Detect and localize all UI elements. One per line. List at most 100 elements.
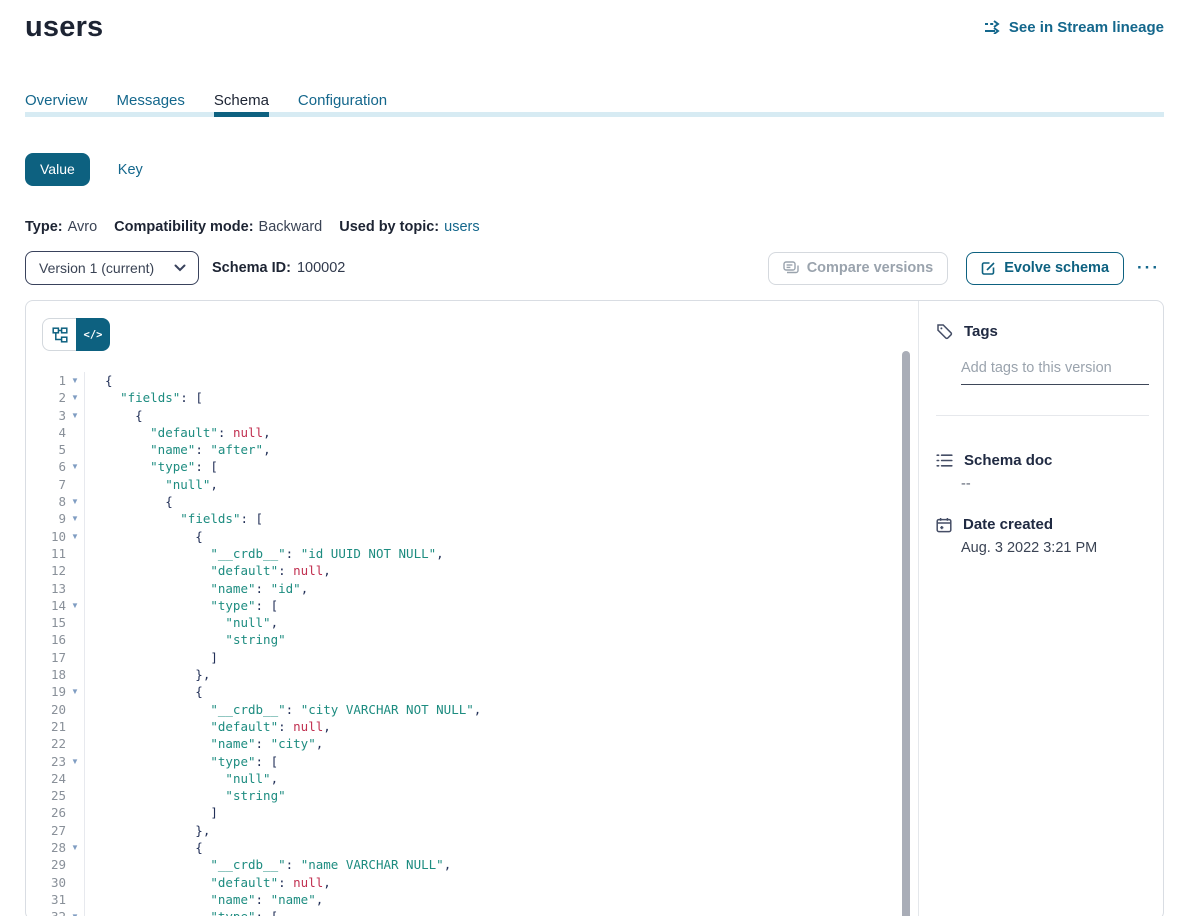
sidebar-divider <box>936 415 1149 416</box>
editor-scrollbar[interactable] <box>902 351 910 916</box>
fold-arrow-icon[interactable]: ▼ <box>66 493 84 510</box>
code-text: "type": [ <box>84 597 918 614</box>
code-text: ] <box>84 649 918 666</box>
value-button[interactable]: Value <box>25 153 90 186</box>
code-text: { <box>84 839 918 856</box>
code-text: "type": [ <box>84 908 918 916</box>
tab-schema[interactable]: Schema <box>214 91 269 111</box>
fold-arrow-icon[interactable]: ▼ <box>66 908 84 916</box>
tab-overview[interactable]: Overview <box>25 91 88 111</box>
fold-gutter <box>66 701 84 718</box>
code-line: 16 "string" <box>26 631 918 648</box>
chevron-down-icon <box>174 264 186 272</box>
line-number: 17 <box>26 649 66 666</box>
code-text: { <box>84 493 918 510</box>
tags-title: Tags <box>964 323 998 340</box>
code-line: 1▼{ <box>26 372 918 389</box>
page-header: users See in Stream lineage <box>25 10 1164 44</box>
tags-section-header: Tags <box>936 323 1149 340</box>
stream-lineage-icon <box>984 20 1002 34</box>
code-text: "default": null, <box>84 718 918 735</box>
code-line: 13 "name": "id", <box>26 580 918 597</box>
line-number: 9 <box>26 510 66 527</box>
code-view-button[interactable]: </> <box>76 318 110 351</box>
code-line: 29 "__crdb__": "name VARCHAR NULL", <box>26 856 918 873</box>
fold-gutter <box>66 856 84 873</box>
code-text: { <box>84 528 918 545</box>
tab-configuration[interactable]: Configuration <box>298 91 387 111</box>
code-line: 19▼ { <box>26 683 918 700</box>
code-text: "__crdb__": "name VARCHAR NULL", <box>84 856 918 873</box>
date-created-section-header: Date created <box>936 516 1149 533</box>
code-line: 11 "__crdb__": "id UUID NOT NULL", <box>26 545 918 562</box>
line-number: 13 <box>26 580 66 597</box>
tab-messages[interactable]: Messages <box>117 91 185 111</box>
key-button[interactable]: Key <box>118 162 143 178</box>
code-line: 10▼ { <box>26 528 918 545</box>
schema-id: Schema ID: 100002 <box>212 260 345 276</box>
tags-input[interactable] <box>961 360 1149 385</box>
fold-arrow-icon[interactable]: ▼ <box>66 839 84 856</box>
code-text: "type": [ <box>84 753 918 770</box>
code-line: 14▼ "type": [ <box>26 597 918 614</box>
tree-view-icon <box>52 327 68 343</box>
line-number: 15 <box>26 614 66 631</box>
line-number: 10 <box>26 528 66 545</box>
code-text: "null", <box>84 614 918 631</box>
fold-gutter <box>66 718 84 735</box>
code-text: "name": "after", <box>84 441 918 458</box>
date-created-title: Date created <box>963 516 1053 533</box>
fold-gutter <box>66 735 84 752</box>
type-value: Avro <box>68 219 98 235</box>
code-line: 5 "name": "after", <box>26 441 918 458</box>
line-number: 11 <box>26 545 66 562</box>
line-number: 28 <box>26 839 66 856</box>
code-line: 9▼ "fields": [ <box>26 510 918 527</box>
fold-arrow-icon[interactable]: ▼ <box>66 510 84 527</box>
line-number: 31 <box>26 891 66 908</box>
fold-arrow-icon[interactable]: ▼ <box>66 389 84 406</box>
code-text: ] <box>84 804 918 821</box>
more-actions-button[interactable]: ··· <box>1133 258 1164 278</box>
fold-arrow-icon[interactable]: ▼ <box>66 458 84 475</box>
code-text: "null", <box>84 476 918 493</box>
fold-gutter <box>66 649 84 666</box>
fold-gutter <box>66 631 84 648</box>
line-number: 4 <box>26 424 66 441</box>
compatibility-value: Backward <box>259 219 323 235</box>
fold-arrow-icon[interactable]: ▼ <box>66 683 84 700</box>
tree-view-button[interactable] <box>42 318 76 351</box>
line-number: 22 <box>26 735 66 752</box>
fold-gutter <box>66 476 84 493</box>
code-line: 12 "default": null, <box>26 562 918 579</box>
schema-doc-section-header: Schema doc <box>936 452 1149 469</box>
schema-id-label: Schema ID: <box>212 260 291 276</box>
compatibility-label: Compatibility mode: <box>114 219 253 235</box>
topic-link[interactable]: users <box>444 219 479 235</box>
code-text: "fields": [ <box>84 510 918 527</box>
version-select[interactable]: Version 1 (current) <box>25 251 199 285</box>
fold-arrow-icon[interactable]: ▼ <box>66 372 84 389</box>
fold-arrow-icon[interactable]: ▼ <box>66 407 84 424</box>
code-line: 21 "default": null, <box>26 718 918 735</box>
line-number: 18 <box>26 666 66 683</box>
evolve-schema-button[interactable]: Evolve schema <box>966 252 1124 285</box>
line-number: 30 <box>26 874 66 891</box>
compare-versions-button[interactable]: Compare versions <box>768 252 949 285</box>
stream-lineage-link[interactable]: See in Stream lineage <box>984 19 1164 36</box>
code-text: "string" <box>84 631 918 648</box>
stream-lineage-label: See in Stream lineage <box>1009 19 1164 36</box>
fold-gutter <box>66 891 84 908</box>
fold-arrow-icon[interactable]: ▼ <box>66 753 84 770</box>
fold-arrow-icon[interactable]: ▼ <box>66 597 84 614</box>
tag-icon <box>936 323 953 340</box>
fold-arrow-icon[interactable]: ▼ <box>66 528 84 545</box>
schema-doc-title: Schema doc <box>964 452 1052 469</box>
fold-gutter <box>66 666 84 683</box>
code-text: { <box>84 372 918 389</box>
code-line: 28▼ { <box>26 839 918 856</box>
code-line: 4 "default": null, <box>26 424 918 441</box>
code-line: 6▼ "type": [ <box>26 458 918 475</box>
date-created-value: Aug. 3 2022 3:21 PM <box>961 540 1149 556</box>
code-text: }, <box>84 666 918 683</box>
